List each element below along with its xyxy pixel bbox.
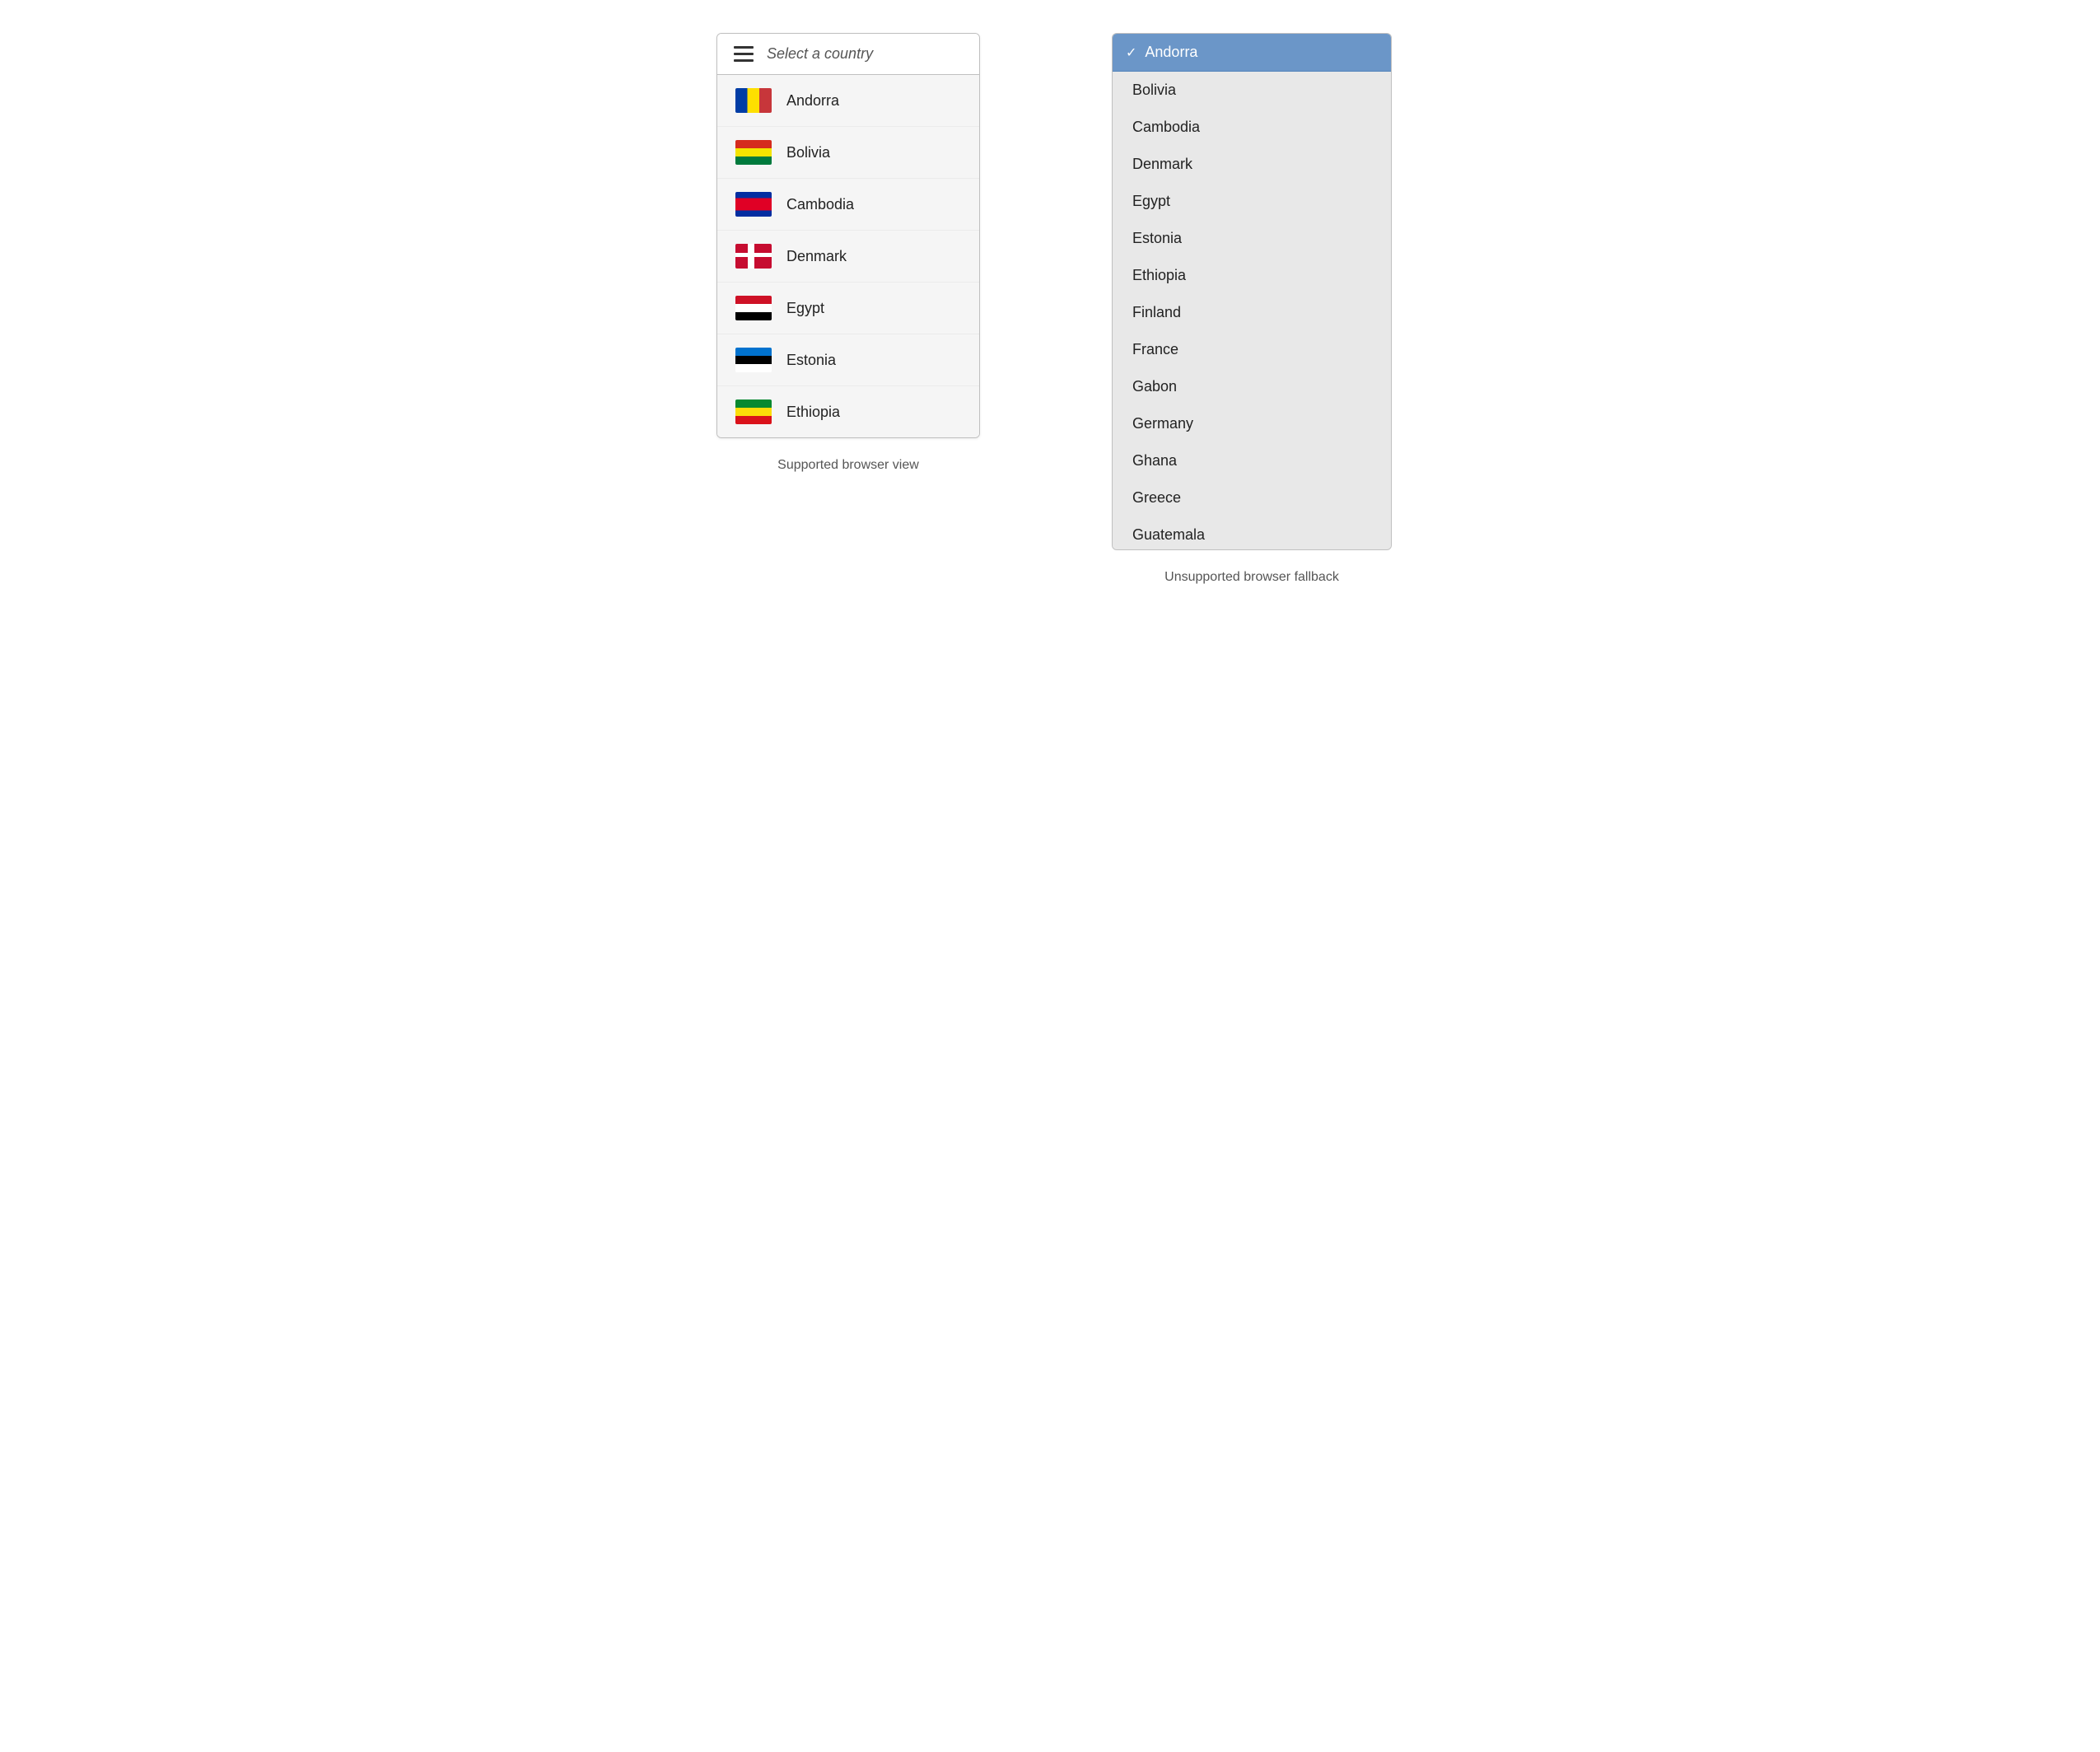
list-item[interactable]: Estonia	[717, 334, 979, 386]
native-option[interactable]: Denmark	[1113, 146, 1391, 183]
flag-cambodia	[735, 192, 772, 217]
native-option[interactable]: Finland	[1113, 294, 1391, 331]
custom-select[interactable]: Select a country Andorra Bolivia Cambodi…	[716, 33, 980, 438]
native-options-list[interactable]: Bolivia Cambodia Denmark Egypt Estonia E…	[1113, 72, 1391, 549]
list-item[interactable]: Cambodia	[717, 179, 979, 231]
hamburger-line-2	[734, 53, 754, 55]
list-item[interactable]: Andorra	[717, 75, 979, 127]
custom-select-header[interactable]: Select a country	[717, 34, 979, 75]
list-item[interactable]: Ethiopia	[717, 386, 979, 437]
country-name: Denmark	[786, 248, 847, 265]
country-name: Estonia	[786, 352, 836, 369]
native-option[interactable]: Cambodia	[1113, 109, 1391, 146]
custom-select-list[interactable]: Andorra Bolivia Cambodia Denmark	[717, 75, 979, 437]
list-item[interactable]: Bolivia	[717, 127, 979, 179]
flag-andorra	[735, 88, 772, 113]
country-name: Cambodia	[786, 196, 854, 213]
right-panel: ✓ Andorra Bolivia Cambodia Denmark Egypt…	[1083, 33, 1421, 585]
native-select-selected-option[interactable]: ✓ Andorra	[1113, 34, 1391, 72]
native-option[interactable]: Ghana	[1113, 442, 1391, 479]
left-panel-label: Supported browser view	[777, 458, 919, 473]
native-option[interactable]: Gabon	[1113, 368, 1391, 405]
flag-denmark	[735, 244, 772, 269]
flag-ethiopia	[735, 399, 772, 424]
native-option[interactable]: Egypt	[1113, 183, 1391, 220]
list-item[interactable]: Denmark	[717, 231, 979, 283]
flag-bolivia	[735, 140, 772, 165]
country-name: Andorra	[786, 92, 839, 110]
country-name: Bolivia	[786, 144, 830, 161]
flag-estonia	[735, 348, 772, 372]
hamburger-icon[interactable]	[734, 46, 754, 62]
native-select[interactable]: ✓ Andorra Bolivia Cambodia Denmark Egypt…	[1112, 33, 1392, 550]
country-name: Ethiopia	[786, 404, 840, 421]
native-option[interactable]: Germany	[1113, 405, 1391, 442]
native-option[interactable]: Ethiopia	[1113, 257, 1391, 294]
list-item[interactable]: Egypt	[717, 283, 979, 334]
hamburger-line-3	[734, 59, 754, 62]
native-option[interactable]: Estonia	[1113, 220, 1391, 257]
native-option[interactable]: Guatemala	[1113, 516, 1391, 549]
left-panel: Select a country Andorra Bolivia Cambodi…	[679, 33, 1017, 473]
hamburger-line-1	[734, 46, 754, 49]
native-option[interactable]: France	[1113, 331, 1391, 368]
native-option[interactable]: Greece	[1113, 479, 1391, 516]
selected-country-label: Andorra	[1145, 44, 1197, 61]
country-name: Egypt	[786, 300, 824, 317]
native-option[interactable]: Bolivia	[1113, 72, 1391, 109]
select-placeholder: Select a country	[767, 45, 873, 63]
page-container: Select a country Andorra Bolivia Cambodi…	[679, 33, 1421, 585]
flag-egypt	[735, 296, 772, 320]
right-panel-label: Unsupported browser fallback	[1164, 570, 1339, 585]
checkmark-icon: ✓	[1126, 44, 1136, 61]
